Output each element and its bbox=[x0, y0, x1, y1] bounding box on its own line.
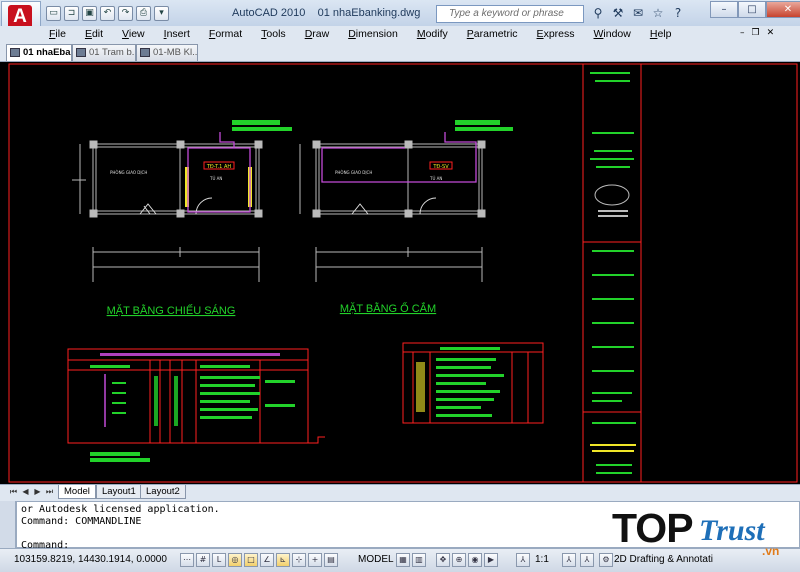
object-snap-tracking-icon[interactable]: ∠ bbox=[260, 553, 274, 567]
watermark-trust: Trust bbox=[699, 514, 765, 547]
doc-minimize-button[interactable]: – bbox=[740, 28, 745, 38]
watermark-top: TOP bbox=[612, 505, 694, 551]
legend-table bbox=[402, 342, 544, 424]
model-space-button[interactable]: MODEL bbox=[358, 554, 394, 565]
title-block bbox=[583, 72, 641, 474]
doc-restore-button[interactable]: ❐ bbox=[752, 28, 760, 38]
menu-draw[interactable]: Draw bbox=[305, 26, 330, 42]
menu-bar: File Edit View Insert Format Tools Draw Dimensi… bbox=[0, 26, 800, 42]
snap-mode-icon[interactable]: ⋯ bbox=[180, 553, 194, 567]
minimize-button[interactable]: – bbox=[710, 1, 738, 18]
next-layout-icon[interactable]: ▶ bbox=[32, 486, 43, 498]
menu-dimension[interactable]: Dimension bbox=[348, 26, 398, 42]
outlet-plan-label: MẶT BẰNG Ổ CẮM bbox=[340, 302, 436, 315]
watermark-logo: TOP Trust .vn bbox=[612, 500, 800, 560]
window-title: AutoCAD 2010 01 nhaEbanking.dwg bbox=[232, 7, 421, 19]
dynamic-input-icon[interactable]: ⊹ bbox=[292, 553, 306, 567]
window-controls: – □ ✕ bbox=[710, 1, 800, 18]
menu-parametric[interactable]: Parametric bbox=[467, 26, 518, 42]
document-tabs: 01 nhaEba... 01 Tram b... 01-MB Kl... bbox=[0, 42, 800, 62]
plot-icon[interactable]: ⎙ bbox=[136, 6, 151, 21]
outlet-plan bbox=[299, 140, 486, 282]
quick-view-drawings-icon[interactable]: ▥ bbox=[412, 553, 426, 567]
steering-wheel-icon[interactable]: ◉ bbox=[468, 553, 482, 567]
drawing-file-icon bbox=[10, 48, 20, 57]
lighting-plan-label: MẶT BẰNG CHIẾU SÁNG bbox=[107, 304, 236, 317]
open-icon[interactable]: ⊐ bbox=[64, 6, 79, 21]
doc-tab-1[interactable]: 01 nhaEba... bbox=[6, 44, 72, 61]
panel-schedule-left bbox=[67, 348, 325, 462]
panel-tag-1: TĐ-T.1 AH bbox=[206, 164, 232, 170]
annotation-scale-value[interactable]: 1:1 bbox=[535, 554, 549, 565]
dropdown-icon[interactable]: ▾ bbox=[154, 6, 169, 21]
zoom-icon[interactable]: ⊕ bbox=[452, 553, 466, 567]
menu-tools[interactable]: Tools bbox=[261, 26, 286, 42]
watermark-vn: .vn bbox=[762, 544, 780, 558]
svg-text:TỦ AN: TỦ AN bbox=[209, 176, 222, 181]
layout-tab-bar: ⏮ ◀ ▶ ⏭ Model Layout1 Layout2 bbox=[0, 484, 800, 500]
quick-access-toolbar: ▭ ⊐ ▣ ↶ ↷ ⎙ ▾ bbox=[46, 5, 169, 22]
menu-file[interactable]: File bbox=[49, 26, 66, 42]
panel-tag-2: TĐ-SV bbox=[432, 164, 449, 170]
doc-tab-3[interactable]: 01-MB Kl... bbox=[136, 44, 198, 61]
annotation-visibility-icon[interactable]: ⅄ bbox=[562, 553, 576, 567]
drawing-file-icon bbox=[76, 48, 86, 57]
showmotion-icon[interactable]: ▶ bbox=[484, 553, 498, 567]
quick-properties-icon[interactable]: ▤ bbox=[324, 553, 338, 567]
drawing-file-icon bbox=[140, 48, 150, 57]
save-icon[interactable]: ▣ bbox=[82, 6, 97, 21]
object-snap-icon[interactable]: □ bbox=[244, 553, 258, 567]
grid-display-icon[interactable]: # bbox=[196, 553, 210, 567]
last-layout-icon[interactable]: ⏭ bbox=[44, 486, 55, 498]
favorites-icon[interactable]: ☆ bbox=[650, 5, 666, 21]
annotation-scale-icon[interactable]: ⅄ bbox=[516, 553, 530, 567]
cad-drawing: TĐ-T.1 AH PHÒNG GIAO DỊCH TỦ AN MẶT BẰNG… bbox=[8, 63, 798, 483]
search-input[interactable]: Type a keyword or phrase bbox=[436, 5, 584, 23]
menu-express[interactable]: Express bbox=[537, 26, 575, 42]
help-icon[interactable]: ? bbox=[670, 5, 686, 21]
lineweight-icon[interactable]: + bbox=[308, 553, 322, 567]
close-button[interactable]: ✕ bbox=[766, 1, 800, 18]
polar-tracking-icon[interactable]: ◎ bbox=[228, 553, 242, 567]
layout-tab-layout1[interactable]: Layout1 bbox=[96, 485, 142, 499]
binoculars-icon[interactable]: ⚲ bbox=[590, 5, 606, 21]
new-icon[interactable]: ▭ bbox=[46, 6, 61, 21]
maximize-button[interactable]: □ bbox=[738, 1, 766, 18]
doc-close-button[interactable]: ✕ bbox=[767, 28, 775, 38]
menu-help[interactable]: Help bbox=[650, 26, 672, 42]
svg-text:PHÒNG GIAO DỊCH: PHÒNG GIAO DỊCH bbox=[335, 170, 372, 175]
ortho-mode-icon[interactable]: L bbox=[212, 553, 226, 567]
communication-icon[interactable]: ✉ bbox=[630, 5, 646, 21]
quick-view-layouts-icon[interactable]: ▦ bbox=[396, 553, 410, 567]
layout-tab-model[interactable]: Model bbox=[58, 485, 96, 499]
menu-edit[interactable]: Edit bbox=[85, 26, 103, 42]
doc-tab-2[interactable]: 01 Tram b... bbox=[72, 44, 136, 61]
menu-format[interactable]: Format bbox=[209, 26, 242, 42]
coordinate-readout[interactable]: 103159.8219, 14430.1914, 0.0000 bbox=[14, 554, 167, 565]
menu-insert[interactable]: Insert bbox=[164, 26, 190, 42]
workspace-gear-icon[interactable]: ⚙ bbox=[599, 553, 613, 567]
prev-layout-icon[interactable]: ◀ bbox=[20, 486, 31, 498]
svg-text:TỦ AN: TỦ AN bbox=[429, 176, 442, 181]
redo-icon[interactable]: ↷ bbox=[118, 6, 133, 21]
first-layout-icon[interactable]: ⏮ bbox=[8, 486, 19, 498]
menu-window[interactable]: Window bbox=[594, 26, 631, 42]
pan-icon[interactable]: ✥ bbox=[436, 553, 450, 567]
document-window-controls: – ❐ ✕ bbox=[740, 28, 774, 38]
info-center: ⚲ ⚒ ✉ ☆ ? bbox=[590, 5, 686, 21]
menu-modify[interactable]: Modify bbox=[417, 26, 448, 42]
subscription-icon[interactable]: ⚒ bbox=[610, 5, 626, 21]
svg-text:PHÒNG GIAO DỊCH: PHÒNG GIAO DỊCH bbox=[110, 170, 147, 175]
dynamic-ucs-icon[interactable]: ⊾ bbox=[276, 553, 290, 567]
drawing-canvas[interactable]: TĐ-T.1 AH PHÒNG GIAO DỊCH TỦ AN MẶT BẰNG… bbox=[0, 62, 800, 484]
auto-scale-icon[interactable]: ⅄ bbox=[580, 553, 594, 567]
layout-tab-layout2[interactable]: Layout2 bbox=[140, 485, 186, 499]
menu-view[interactable]: View bbox=[122, 26, 145, 42]
undo-icon[interactable]: ↶ bbox=[100, 6, 115, 21]
command-window-grip[interactable] bbox=[0, 501, 16, 548]
title-bar: ▭ ⊐ ▣ ↶ ↷ ⎙ ▾ AutoCAD 2010 01 nhaEbankin… bbox=[0, 0, 800, 26]
